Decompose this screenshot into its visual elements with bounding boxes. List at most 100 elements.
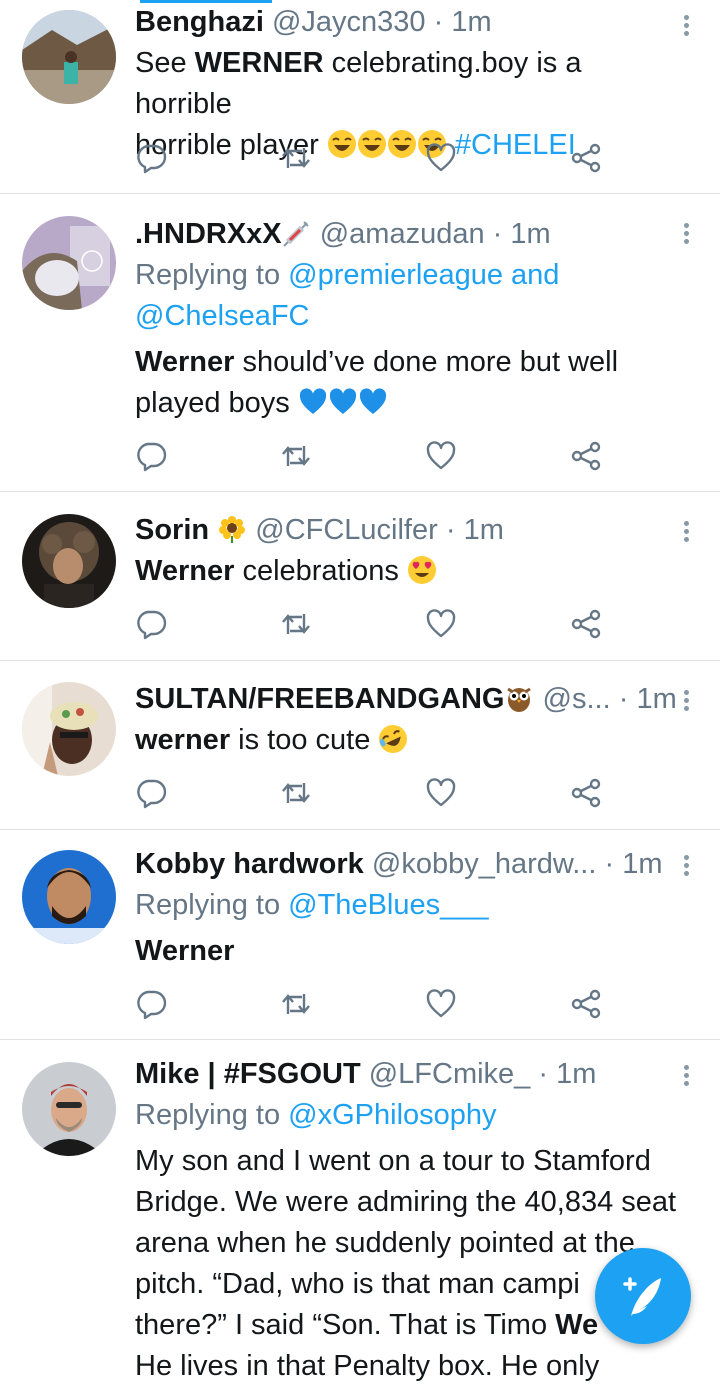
- avatar[interactable]: [22, 1062, 116, 1156]
- heart-icon[interactable]: [425, 608, 457, 640]
- display-name[interactable]: Sorin: [135, 514, 209, 546]
- mention-link[interactable]: @TheBlues___: [288, 889, 488, 921]
- tweet-header: Sorin @CFCLucilfer · 1m: [135, 510, 680, 551]
- syringe-emoji-icon: [282, 218, 312, 248]
- user-handle[interactable]: @kobby_hardw...: [372, 848, 597, 880]
- more-options-icon[interactable]: [678, 687, 694, 714]
- highlighted-keyword: WERNER: [194, 47, 324, 79]
- more-options-icon[interactable]: [678, 852, 694, 879]
- more-options-icon[interactable]: [678, 1062, 694, 1089]
- tweet-1[interactable]: Benghazi @Jaycn330 · 1m See WERNER celeb…: [0, 0, 720, 194]
- user-handle[interactable]: @CFCLucilfer: [255, 514, 438, 546]
- user-handle[interactable]: @LFCmike_: [369, 1058, 531, 1090]
- user-handle[interactable]: @amazudan: [320, 218, 485, 250]
- compose-tweet-icon: [623, 1277, 661, 1316]
- blue-heart-emoji-icon: [358, 387, 388, 417]
- replying-to-label: Replying to: [135, 1099, 281, 1131]
- tweet-text: werner is too cute: [135, 720, 680, 761]
- reply-icon[interactable]: [135, 777, 167, 809]
- heart-eyes-emoji-icon: [407, 555, 437, 585]
- avatar-image: [22, 1062, 116, 1156]
- retweet-icon[interactable]: [280, 777, 312, 809]
- share-icon[interactable]: [570, 142, 602, 174]
- avatar[interactable]: [22, 514, 116, 608]
- separator-dot: ·: [492, 218, 503, 250]
- mention-link[interactable]: @premierleague: [288, 259, 503, 291]
- text-segment: should’ve done more but well: [234, 346, 619, 378]
- retweet-icon[interactable]: [280, 608, 312, 640]
- action-bar: [135, 608, 615, 642]
- separator-dot: ·: [445, 514, 456, 546]
- avatar[interactable]: [22, 850, 116, 944]
- retweet-icon[interactable]: [280, 142, 312, 174]
- timestamp[interactable]: 1m: [510, 218, 550, 250]
- tweet-3[interactable]: Sorin @CFCLucilfer · 1m Werner celebrati…: [0, 492, 720, 661]
- share-icon[interactable]: [570, 608, 602, 640]
- timestamp[interactable]: 1m: [636, 683, 676, 715]
- heart-icon[interactable]: [425, 142, 457, 174]
- separator-dot: ·: [433, 6, 444, 38]
- replying-to-label: Replying to: [135, 259, 281, 291]
- mention-link[interactable]: @xGPhilosophy: [288, 1099, 496, 1131]
- text-segment: celebrations: [234, 555, 399, 587]
- rofl-emoji-icon: [378, 724, 408, 754]
- user-handle[interactable]: @Jaycn330: [272, 6, 426, 38]
- text-segment: is too cute: [230, 724, 371, 756]
- reply-icon[interactable]: [135, 142, 167, 174]
- text-segment: played boys: [135, 387, 290, 419]
- reply-and-label[interactable]: and: [511, 259, 559, 291]
- replying-to: Replying to @TheBlues___: [135, 885, 680, 926]
- share-icon[interactable]: [570, 777, 602, 809]
- timestamp[interactable]: 1m: [451, 6, 491, 38]
- share-icon[interactable]: [570, 440, 602, 472]
- text-segment: there?” I said “Son. That is Timo: [135, 1309, 556, 1341]
- replying-to: Replying to @xGPhilosophy: [135, 1095, 680, 1136]
- heart-icon[interactable]: [425, 777, 457, 809]
- display-name[interactable]: SULTAN/FREEBANDGANG: [135, 683, 504, 715]
- mention-link[interactable]: @ChelseaFC: [135, 300, 310, 332]
- tweet-header: Mike | #FSGOUT @LFCmike_ · 1m: [135, 1054, 680, 1095]
- tweet-2[interactable]: .HNDRXxX @amazudan · 1m Replying to @pre…: [0, 194, 720, 492]
- text-line: He lives in that Penalty box. He only: [135, 1350, 600, 1382]
- display-name[interactable]: .HNDRXxX: [135, 218, 282, 250]
- reply-icon[interactable]: [135, 608, 167, 640]
- more-options-icon[interactable]: [678, 12, 694, 39]
- text-line: My son and I went on a tour to Stamford: [135, 1145, 651, 1177]
- display-name[interactable]: Benghazi: [135, 6, 264, 38]
- tweet-4[interactable]: SULTAN/FREEBANDGANG @s... · 1m werner is…: [0, 661, 720, 830]
- more-options-icon[interactable]: [678, 518, 694, 545]
- tweet-text: Werner should’ve done more but well play…: [135, 342, 680, 424]
- avatar-image: [22, 850, 116, 944]
- more-options-icon[interactable]: [678, 220, 694, 247]
- action-bar: [135, 777, 615, 811]
- text-segment: See: [135, 47, 195, 79]
- avatar[interactable]: [22, 216, 116, 310]
- retweet-icon[interactable]: [280, 988, 312, 1020]
- heart-icon[interactable]: [425, 440, 457, 472]
- tweet-5[interactable]: Kobby hardwork @kobby_hardw... · 1m Repl…: [0, 830, 720, 1040]
- tweet-header: Benghazi @Jaycn330 · 1m: [135, 2, 680, 43]
- user-handle[interactable]: @s...: [543, 683, 611, 715]
- avatar[interactable]: [22, 682, 116, 776]
- avatar-image: [22, 682, 116, 776]
- heart-icon[interactable]: [425, 988, 457, 1020]
- replying-to-label: Replying to: [135, 889, 281, 921]
- timestamp[interactable]: 1m: [556, 1058, 596, 1090]
- timestamp[interactable]: 1m: [622, 848, 662, 880]
- reply-icon[interactable]: [135, 988, 167, 1020]
- display-name[interactable]: Kobby hardwork: [135, 848, 364, 880]
- tweet-text: Werner celebrations: [135, 551, 680, 592]
- retweet-icon[interactable]: [280, 440, 312, 472]
- display-name[interactable]: Mike | #FSGOUT: [135, 1058, 361, 1090]
- reply-icon[interactable]: [135, 440, 167, 472]
- avatar-image: [22, 216, 116, 310]
- tweet-text: Werner: [135, 931, 680, 972]
- share-icon[interactable]: [570, 988, 602, 1020]
- tweet-header: .HNDRXxX @amazudan · 1m: [135, 214, 680, 255]
- highlighted-keyword: Werner: [135, 935, 235, 967]
- timestamp[interactable]: 1m: [464, 514, 504, 546]
- avatar-image: [22, 514, 116, 608]
- compose-tweet-button[interactable]: [595, 1248, 691, 1344]
- avatar[interactable]: [22, 10, 116, 104]
- action-bar: [135, 988, 615, 1022]
